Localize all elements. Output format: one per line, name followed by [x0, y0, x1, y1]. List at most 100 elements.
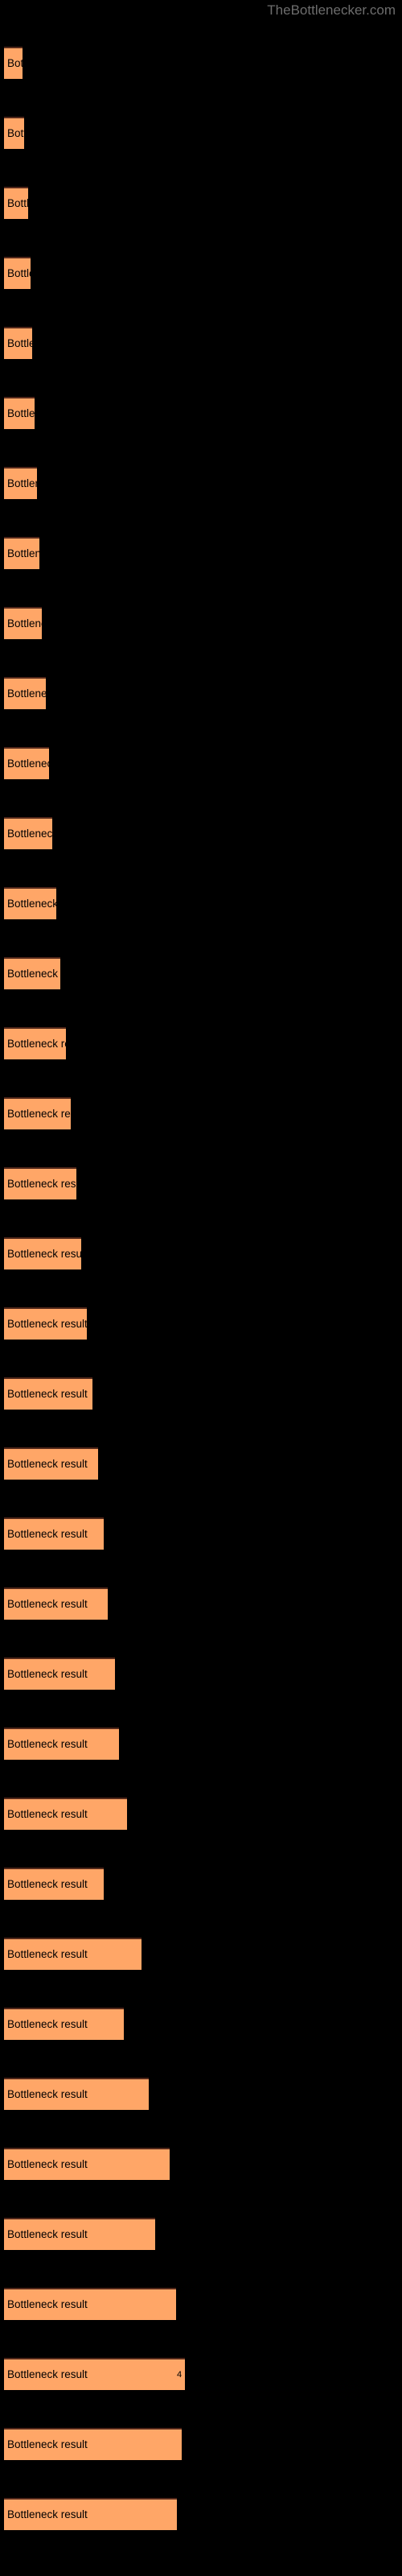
bar-row: Bottleneck result [0, 1097, 402, 1129]
bar-label-clip: Bottleneck result [4, 2008, 124, 2040]
bar-label-clip: Bottleneck result [4, 677, 46, 709]
bar-row: Bottleneck result [0, 1517, 402, 1550]
bar-label: Bottleneck result [7, 1318, 87, 1330]
bar-row: Bottleneck result 4 [0, 2358, 402, 2390]
bar-label: Bottleneck result [7, 2088, 88, 2100]
bar-row: Bottleneck result [0, 187, 402, 219]
bar-label-clip: Bottleneck result [4, 1798, 127, 1830]
bar-label: Bottleneck result [7, 2158, 88, 2170]
bar-label-clip: Bottleneck result [4, 607, 42, 639]
bar-label: Bottleneck result [7, 898, 56, 910]
bar-label-clip: Bottleneck result [4, 467, 37, 499]
bar-label-clip: Bottleneck result [4, 957, 60, 989]
bar-label-clip: Bottleneck result [4, 1517, 104, 1550]
bar-row: Bottleneck result [0, 2288, 402, 2320]
bar-label: Bottleneck result [7, 1738, 88, 1750]
bar-label: Bottleneck result [7, 1808, 88, 1820]
bar-label-clip: Bottleneck result [4, 537, 39, 569]
bar-label-clip: Bottleneck result [4, 187, 28, 219]
bar-label: Bottleneck result [7, 2508, 88, 2520]
bar-label-clip: Bottleneck result [4, 1167, 76, 1199]
bar-row: Bottleneck result [0, 2428, 402, 2460]
bar-label: Bottleneck result [7, 1248, 81, 1260]
bar-label-clip: Bottleneck result [4, 397, 35, 429]
bar-label: Bottleneck result [7, 2228, 88, 2240]
bar-label-clip: Bottleneck result [4, 117, 24, 149]
bar-label-clip: Bottleneck result [4, 1587, 108, 1620]
bar-row: Bottleneck result [0, 1447, 402, 1480]
bar-row: Bottleneck result [0, 2008, 402, 2040]
bar-label: Bottleneck result [7, 1458, 88, 1470]
bar-row: Bottleneck result [0, 1307, 402, 1340]
bar-row: Bottleneck result [0, 677, 402, 709]
bar-label: Bottleneck result [7, 547, 39, 559]
bar-label: Bottleneck result [7, 267, 31, 279]
bar-label: Bottleneck result [7, 1528, 88, 1540]
bar-row: Bottleneck result [0, 1237, 402, 1269]
bar-label: Bottleneck result [7, 477, 37, 489]
bar-label-clip: Bottleneck result [4, 2428, 182, 2460]
bar-row: Bottleneck result [0, 397, 402, 429]
site-watermark: TheBottlenecker.com [267, 2, 396, 18]
bar-row: Bottleneck result [0, 2078, 402, 2110]
bar-row: Bottleneck result [0, 117, 402, 149]
bar-label: Bottleneck result [7, 197, 28, 209]
bar-label-clip: Bottleneck result [4, 1237, 81, 1269]
bar-label: Bottleneck result [7, 2298, 88, 2310]
bar-label: Bottleneck result [7, 1948, 88, 1960]
bar-label: Bottleneck result [7, 1388, 88, 1400]
bar-row: Bottleneck result [0, 1798, 402, 1830]
bar-row: Bottleneck result [0, 47, 402, 79]
bar-label-clip: Bottleneck result [4, 1027, 66, 1059]
bar-label: Bottleneck result [7, 1668, 88, 1680]
bar-label: Bottleneck result [7, 2018, 88, 2030]
bar-label-clip: Bottleneck result [4, 257, 31, 289]
bar-label: Bottleneck result [7, 1038, 66, 1050]
bar-row: Bottleneck result [0, 1167, 402, 1199]
bar-label: Bottleneck result [7, 1108, 71, 1120]
bar-row: Bottleneck result [0, 1868, 402, 1900]
bar-label-clip: Bottleneck result [4, 1447, 98, 1480]
bar-row: Bottleneck result [0, 327, 402, 359]
bar-label-clip: Bottleneck result [4, 1868, 104, 1900]
bar-label-clip: Bottleneck result [4, 2078, 149, 2110]
bar-row: Bottleneck result [0, 957, 402, 989]
bar-label: Bottleneck result [7, 1878, 88, 1890]
bar-label-clip: Bottleneck result [4, 1938, 142, 1970]
bar-label-clip: Bottleneck result [4, 1097, 71, 1129]
bar-chart: TheBottlenecker.com Bottleneck result Bot… [0, 0, 402, 2576]
bar-label: Bottleneck result [7, 758, 49, 770]
bar-label: Bottleneck result [7, 1598, 88, 1610]
bar-label: Bottleneck result [7, 968, 60, 980]
bar-label-clip: Bottleneck result [4, 1377, 92, 1410]
bar-row: Bottleneck result [0, 1728, 402, 1760]
bar-label-clip: Bottleneck result [4, 747, 49, 779]
bar-value-label: 4 [177, 2370, 183, 2380]
bar-row: Bottleneck result [0, 2218, 402, 2250]
bar-row: Bottleneck result [0, 2498, 402, 2530]
bar-row: Bottleneck result [0, 1938, 402, 1970]
bar-label-clip: Bottleneck result [4, 47, 23, 79]
bar-label: Bottleneck result [7, 687, 46, 700]
bar-label-clip: Bottleneck result [4, 2148, 170, 2180]
bar-label: Bottleneck result [7, 617, 42, 630]
bar-label-clip: Bottleneck result [4, 2288, 176, 2320]
bar-row: Bottleneck result [0, 1587, 402, 1620]
bar-row: Bottleneck result [0, 1377, 402, 1410]
bar-row: Bottleneck result [0, 467, 402, 499]
bar-label-clip: Bottleneck result [4, 817, 52, 849]
bar-label-clip: Bottleneck result [4, 327, 32, 359]
bar-label: Bottleneck result [7, 127, 24, 139]
bar-label-clip: Bottleneck result [4, 1307, 87, 1340]
bar-label: Bottleneck result [7, 828, 52, 840]
bar-row: Bottleneck result [0, 257, 402, 289]
bar-label: Bottleneck result [7, 2368, 88, 2380]
bar-label-clip: Bottleneck result [4, 2498, 177, 2530]
bar-row: Bottleneck result [0, 817, 402, 849]
bar-label: Bottleneck result [7, 407, 35, 419]
bar-label-clip: Bottleneck result [4, 887, 56, 919]
bar-row: Bottleneck result [0, 537, 402, 569]
bar-label: Bottleneck result [7, 57, 23, 69]
bar-label-clip: Bottleneck result [4, 2218, 155, 2250]
bar-label-clip: Bottleneck result [4, 2358, 185, 2390]
